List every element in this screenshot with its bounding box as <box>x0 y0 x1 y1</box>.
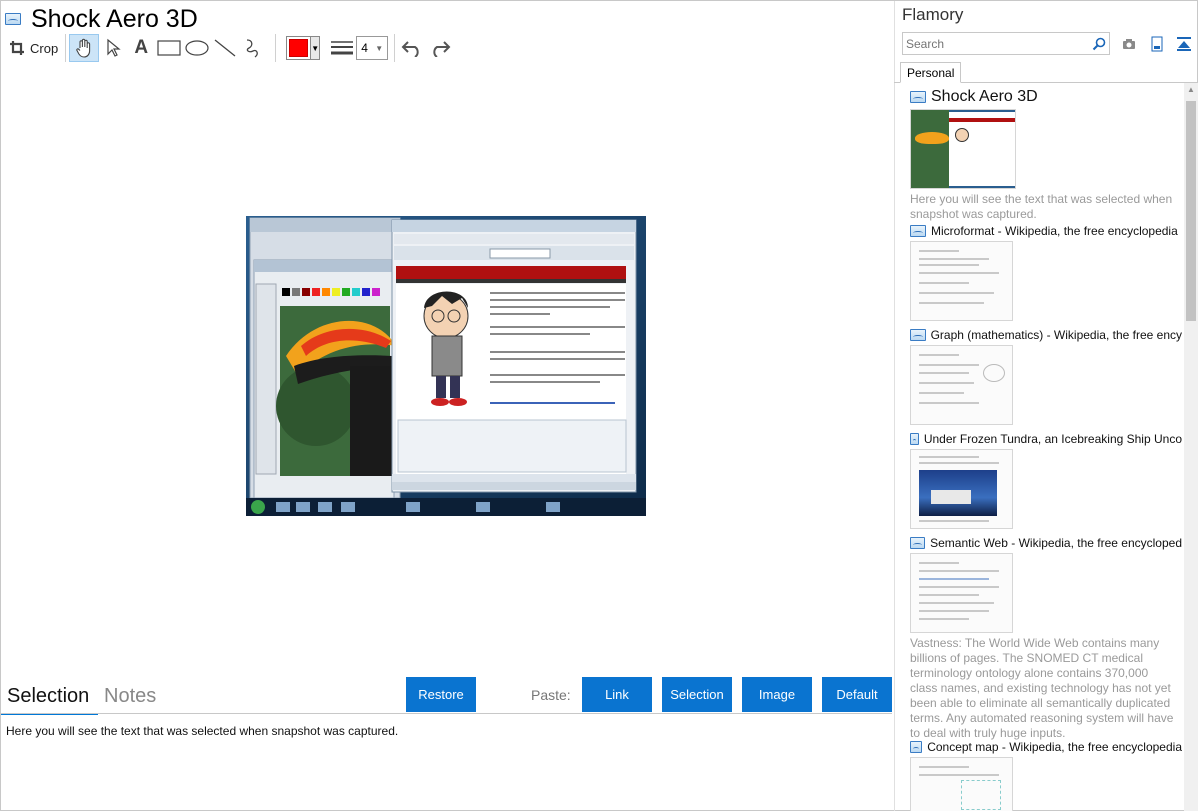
rectangle-tool-button[interactable] <box>155 34 183 62</box>
list-item[interactable]: Shock Aero 3D Here you will see the text… <box>910 87 1182 222</box>
toolbar: Crop A ▼ 4 ▼ <box>5 33 454 63</box>
item-thumbnail <box>910 345 1013 425</box>
undo-icon <box>401 41 419 57</box>
line-width-value: 4 <box>361 41 368 55</box>
redo-button[interactable] <box>426 34 454 62</box>
freehand-tool-button[interactable] <box>239 34 267 62</box>
crop-icon <box>10 41 24 55</box>
item-thumbnail <box>910 241 1013 321</box>
list-item[interactable]: Under Frozen Tundra, an Icebreaking Ship… <box>910 431 1182 529</box>
item-thumbnail <box>910 553 1013 633</box>
chevron-down-icon: ▼ <box>310 37 320 59</box>
selection-text: Here you will see the text that was sele… <box>6 724 399 738</box>
list-item[interactable]: Microformat - Wikipedia, the free encycl… <box>910 223 1182 321</box>
list-item[interactable]: Semantic Web - Wikipedia, the free encyc… <box>910 535 1182 741</box>
snapshot-list: Shock Aero 3D Here you will see the text… <box>910 87 1182 811</box>
app-window: Shock Aero 3D Crop A ▼ 4 ▼ Selection Not… <box>0 0 1198 811</box>
paste-default-button[interactable]: Default <box>822 677 892 712</box>
toolbar-separator <box>275 34 277 62</box>
flamory-sidebar: Flamory Personal Shock Aero 3D <box>894 1 1198 811</box>
search-field[interactable] <box>902 32 1110 55</box>
list-item[interactable]: Graph (mathematics) - Wikipedia, the fre… <box>910 327 1182 425</box>
toolbar-separator <box>65 34 67 62</box>
line-icon <box>214 39 236 57</box>
paste-image-button[interactable]: Image <box>742 677 812 712</box>
collapse-top-icon[interactable] <box>1175 35 1193 53</box>
freehand-icon <box>246 39 259 58</box>
undo-button[interactable] <box>398 34 426 62</box>
line-width-select[interactable]: 4 ▼ <box>356 36 389 60</box>
item-title: Semantic Web - Wikipedia, the free encyc… <box>930 536 1182 550</box>
page-icon <box>910 741 923 753</box>
item-title: Under Frozen Tundra, an Icebreaking Ship… <box>923 432 1182 446</box>
search-icon[interactable] <box>1092 37 1106 51</box>
pointer-icon <box>107 38 121 57</box>
color-picker[interactable]: ▼ <box>286 36 321 60</box>
item-thumbnail <box>910 449 1013 529</box>
hand-icon <box>76 38 91 58</box>
text-tool-button[interactable]: A <box>127 34 155 62</box>
item-title: Graph (mathematics) - Wikipedia, the fre… <box>930 328 1182 342</box>
paste-label: Paste: <box>531 687 571 703</box>
restore-button[interactable]: Restore <box>406 677 476 712</box>
editor-panel: Shock Aero 3D Crop A ▼ 4 ▼ Selection Not… <box>1 1 894 811</box>
item-title: Concept map - Wikipedia, the free encycl… <box>927 740 1182 754</box>
scrollbar-thumb[interactable] <box>1186 101 1196 321</box>
camera-icon[interactable] <box>1120 35 1138 53</box>
sidebar-scrollbar[interactable]: ▲ <box>1184 83 1198 811</box>
page-icon <box>910 225 926 237</box>
ellipse-icon <box>185 40 209 56</box>
page-icon <box>5 13 21 25</box>
line-width-button[interactable] <box>328 34 356 62</box>
chevron-down-icon: ▼ <box>375 43 384 53</box>
line-tool-button[interactable] <box>211 34 239 62</box>
snapshot-picture <box>246 216 646 516</box>
search-input[interactable] <box>906 36 1076 51</box>
pointer-tool-button[interactable] <box>99 34 127 62</box>
page-icon <box>910 91 926 103</box>
document-icon[interactable] <box>1148 35 1166 53</box>
tab-selection[interactable]: Selection <box>7 685 89 708</box>
scroll-up-icon[interactable]: ▲ <box>1187 85 1195 94</box>
item-thumbnail <box>910 109 1016 189</box>
page-title: Shock Aero 3D <box>31 4 198 33</box>
tab-personal[interactable]: Personal <box>900 62 962 83</box>
page-icon <box>910 433 919 445</box>
sidebar-title: Flamory <box>902 5 964 24</box>
tab-notes[interactable]: Notes <box>104 685 156 708</box>
color-swatch <box>289 39 309 57</box>
divider <box>894 1 895 811</box>
toolbar-separator <box>394 34 396 62</box>
ellipse-tool-button[interactable] <box>183 34 211 62</box>
item-description: Here you will see the text that was sele… <box>910 192 1173 221</box>
item-title: Microformat - Wikipedia, the free encycl… <box>931 224 1178 238</box>
redo-icon <box>433 41 451 57</box>
page-icon <box>910 537 926 549</box>
text-icon: A <box>134 37 149 58</box>
title-row: Shock Aero 3D <box>5 5 198 33</box>
item-description: Vastness: The World Wide Web contains ma… <box>910 636 1174 740</box>
page-icon <box>910 329 926 341</box>
paste-link-button[interactable]: Link <box>582 677 652 712</box>
line-width-icon <box>331 41 354 55</box>
crop-label: Crop <box>30 40 59 56</box>
item-title: Shock Aero 3D <box>931 88 1038 105</box>
snapshot-image[interactable] <box>246 216 646 516</box>
crop-button[interactable]: Crop <box>5 34 62 62</box>
list-item[interactable]: Concept map - Wikipedia, the free encycl… <box>910 739 1182 811</box>
paste-selection-button[interactable]: Selection <box>662 677 732 712</box>
rectangle-icon <box>157 40 181 56</box>
divider <box>1 713 892 714</box>
item-thumbnail <box>910 757 1013 811</box>
hand-tool-button[interactable] <box>69 34 100 62</box>
